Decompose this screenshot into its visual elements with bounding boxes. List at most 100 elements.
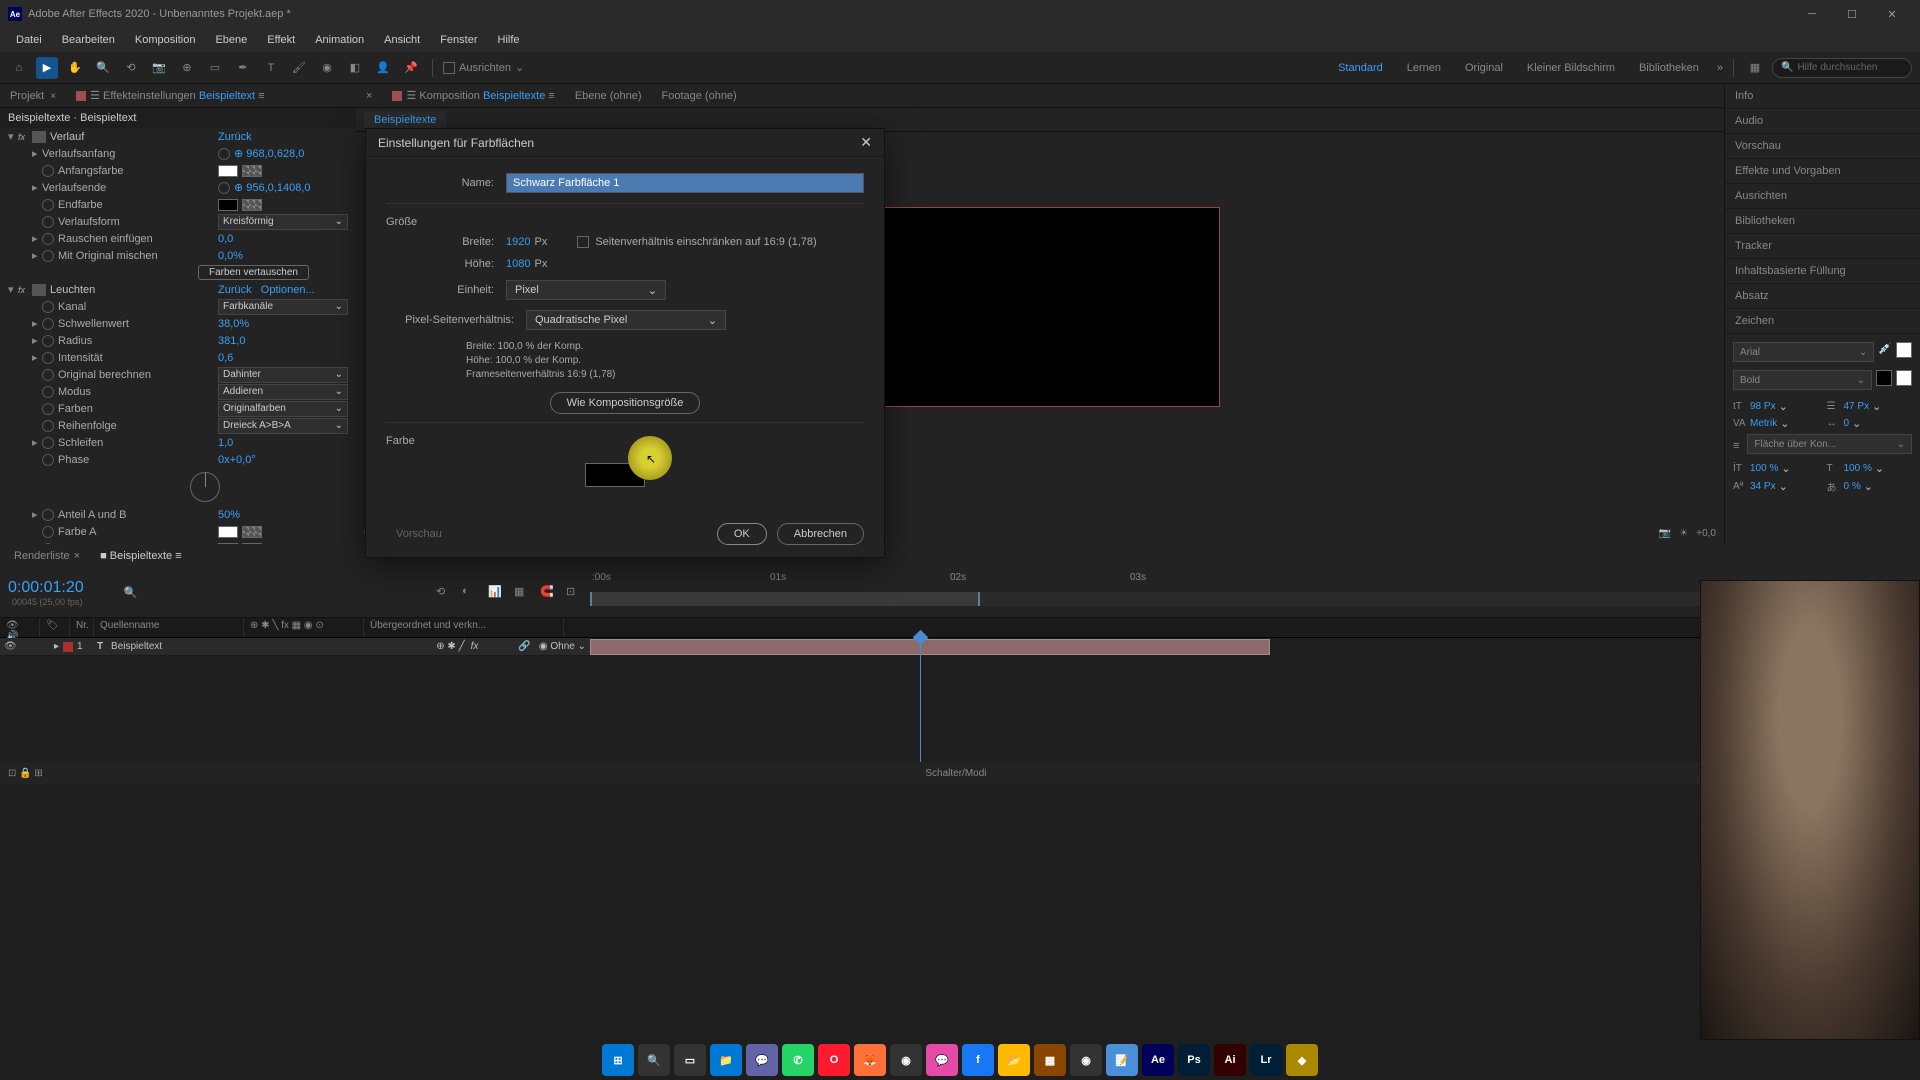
brush-tool[interactable]: 🖌: [288, 57, 310, 79]
panel-vorschau[interactable]: Vorschau: [1725, 134, 1920, 159]
taskbar-file-explorer[interactable]: 📁: [710, 1044, 742, 1076]
effect-property[interactable]: ▸Intensität0,6: [0, 349, 356, 366]
text-tool[interactable]: T: [260, 57, 282, 79]
taskbar-app1[interactable]: ◉: [890, 1044, 922, 1076]
home-icon[interactable]: ⌂: [8, 57, 30, 79]
effect-property[interactable]: KanalFarbkanäle⌄: [0, 298, 356, 315]
taskbar-obs[interactable]: ◉: [1070, 1044, 1102, 1076]
eyedropper-icon[interactable]: 💉: [1878, 342, 1892, 366]
baseline[interactable]: 34 Px: [1750, 481, 1776, 492]
swap-swatch[interactable]: [1896, 370, 1912, 386]
par-dropdown[interactable]: Quadratische Pixel⌄: [526, 310, 726, 330]
taskbar-firefox[interactable]: 🦊: [854, 1044, 886, 1076]
taskbar-teams[interactable]: 💬: [746, 1044, 778, 1076]
menu-komposition[interactable]: Komposition: [127, 31, 204, 49]
maximize-button[interactable]: ☐: [1832, 0, 1872, 28]
puppet-tool[interactable]: 📌: [400, 57, 422, 79]
height-value[interactable]: 1080: [506, 258, 530, 270]
font-style-dropdown[interactable]: Bold⌄: [1733, 370, 1872, 390]
effect-property[interactable]: ReihenfolgeDreieck A>B>A⌄: [0, 417, 356, 434]
taskbar-opera[interactable]: O: [818, 1044, 850, 1076]
stamp-tool[interactable]: ◉: [316, 57, 338, 79]
parent-dropdown[interactable]: ◉ Ohne ⌄: [539, 641, 586, 652]
fill-swatch[interactable]: [1896, 342, 1912, 358]
menu-animation[interactable]: Animation: [307, 31, 372, 49]
hand-tool[interactable]: ✋: [64, 57, 86, 79]
panel-absatz[interactable]: Absatz: [1725, 284, 1920, 309]
toggle-switches-icon[interactable]: ⊡ 🔒 ⊞: [8, 768, 43, 779]
timeline-layer[interactable]: 👁 ▸ 1 T Beispieltext ⊕ ✱ ╱ fx 🔗 ◉ Ohne ⌄: [0, 638, 590, 656]
pen-tool[interactable]: ✒: [232, 57, 254, 79]
workspace-kleiner bildschirm[interactable]: Kleiner Bildschirm: [1515, 62, 1627, 74]
taskbar-facebook[interactable]: f: [962, 1044, 994, 1076]
workspace-original[interactable]: Original: [1453, 62, 1515, 74]
taskbar-photoshop[interactable]: Ps: [1178, 1044, 1210, 1076]
name-input[interactable]: [506, 173, 864, 193]
panel-tracker[interactable]: Tracker: [1725, 234, 1920, 259]
taskbar-after-effects[interactable]: Ae: [1142, 1044, 1174, 1076]
phase-dial[interactable]: [190, 472, 220, 502]
workspace-more-icon[interactable]: »: [1717, 62, 1723, 74]
panel-audio[interactable]: Audio: [1725, 109, 1920, 134]
tracking[interactable]: 0: [1844, 418, 1850, 429]
tab-placeholder[interactable]: ×: [356, 86, 382, 106]
blur-icon[interactable]: ◐: [462, 585, 478, 601]
tab-effekteinstellungen[interactable]: ☰ Effekteinstellungen Beispieltext ≡: [66, 85, 275, 106]
panel-effekte-und-vorgaben[interactable]: Effekte und Vorgaben: [1725, 159, 1920, 184]
menu-ebene[interactable]: Ebene: [207, 31, 255, 49]
tab-footage[interactable]: Footage (ohne): [652, 86, 747, 106]
effect-property[interactable]: ModusAddieren⌄: [0, 383, 356, 400]
stroke[interactable]: 0 %: [1844, 481, 1861, 492]
stroke-dropdown[interactable]: Fläche über Kon...⌄: [1747, 434, 1912, 454]
graph-icon[interactable]: 📊: [488, 585, 504, 601]
effect-property[interactable]: Endfarbe: [0, 196, 356, 213]
layer-bar[interactable]: [590, 639, 1270, 655]
panel-inhaltsbasierte-füllung[interactable]: Inhaltsbasierte Füllung: [1725, 259, 1920, 284]
rotate-tool[interactable]: ⟲: [120, 57, 142, 79]
kerning[interactable]: Metrik: [1750, 418, 1777, 429]
menu-ansicht[interactable]: Ansicht: [376, 31, 428, 49]
effect-property[interactable]: FarbenOriginalfarben⌄: [0, 400, 356, 417]
panel-bibliotheken[interactable]: Bibliotheken: [1725, 209, 1920, 234]
width-value[interactable]: 1920: [506, 236, 530, 248]
effect-property[interactable]: ▸Radius381,0: [0, 332, 356, 349]
hscale[interactable]: 100 %: [1844, 463, 1872, 474]
rect-tool[interactable]: ▭: [204, 57, 226, 79]
draft3d-icon[interactable]: ▦: [514, 585, 530, 601]
effect-property[interactable]: ▸Rauschen einfügen0,0: [0, 230, 356, 247]
comp-size-button[interactable]: Wie Kompositionsgröße: [550, 392, 701, 414]
effect-property[interactable]: ▸Anteil A und B50%: [0, 506, 356, 523]
ok-button[interactable]: OK: [717, 523, 767, 545]
exposure-icon[interactable]: ☀: [1679, 528, 1688, 539]
dialog-close-icon[interactable]: ✕: [860, 134, 872, 151]
taskbar-notepad[interactable]: 📝: [1106, 1044, 1138, 1076]
shy-icon[interactable]: ⟲: [436, 585, 452, 601]
menu-bearbeiten[interactable]: Bearbeiten: [54, 31, 123, 49]
workspace-lernen[interactable]: Lernen: [1395, 62, 1453, 74]
layer-name[interactable]: Beispieltext: [111, 641, 436, 652]
camera-tool[interactable]: 📷: [148, 57, 170, 79]
menu-datei[interactable]: Datei: [8, 31, 50, 49]
font-size[interactable]: 98 Px: [1750, 401, 1776, 412]
panel-info[interactable]: Info: [1725, 84, 1920, 109]
parent-link-icon[interactable]: 🔗: [518, 641, 530, 652]
taskbar-whatsapp[interactable]: ✆: [782, 1044, 814, 1076]
taskbar-search[interactable]: 🔍: [638, 1044, 670, 1076]
eraser-tool[interactable]: ◧: [344, 57, 366, 79]
effect-property[interactable]: ▸Verlaufsende⊕ 956,0,1408,0: [0, 179, 356, 196]
workspace-bibliotheken[interactable]: Bibliotheken: [1627, 62, 1711, 74]
option-icon[interactable]: ⊡: [566, 585, 582, 601]
panel-zeichen[interactable]: Zeichen: [1725, 309, 1920, 334]
stroke-swatch[interactable]: [1876, 370, 1892, 386]
taskbar-task-view[interactable]: ▭: [674, 1044, 706, 1076]
cancel-button[interactable]: Abbrechen: [777, 523, 864, 545]
help-search[interactable]: 🔍 Hilfe durchsuchen: [1772, 58, 1912, 78]
tab-ebene[interactable]: Ebene (ohne): [565, 86, 652, 106]
minimize-button[interactable]: ─: [1792, 0, 1832, 28]
tab-renderliste[interactable]: Renderliste×: [8, 550, 86, 562]
layer-color[interactable]: [63, 642, 73, 652]
effect-property[interactable]: Anfangsfarbe: [0, 162, 356, 179]
menu-fenster[interactable]: Fenster: [432, 31, 485, 49]
snap-icon[interactable]: 🧲: [540, 585, 556, 601]
selection-tool[interactable]: ▶: [36, 57, 58, 79]
